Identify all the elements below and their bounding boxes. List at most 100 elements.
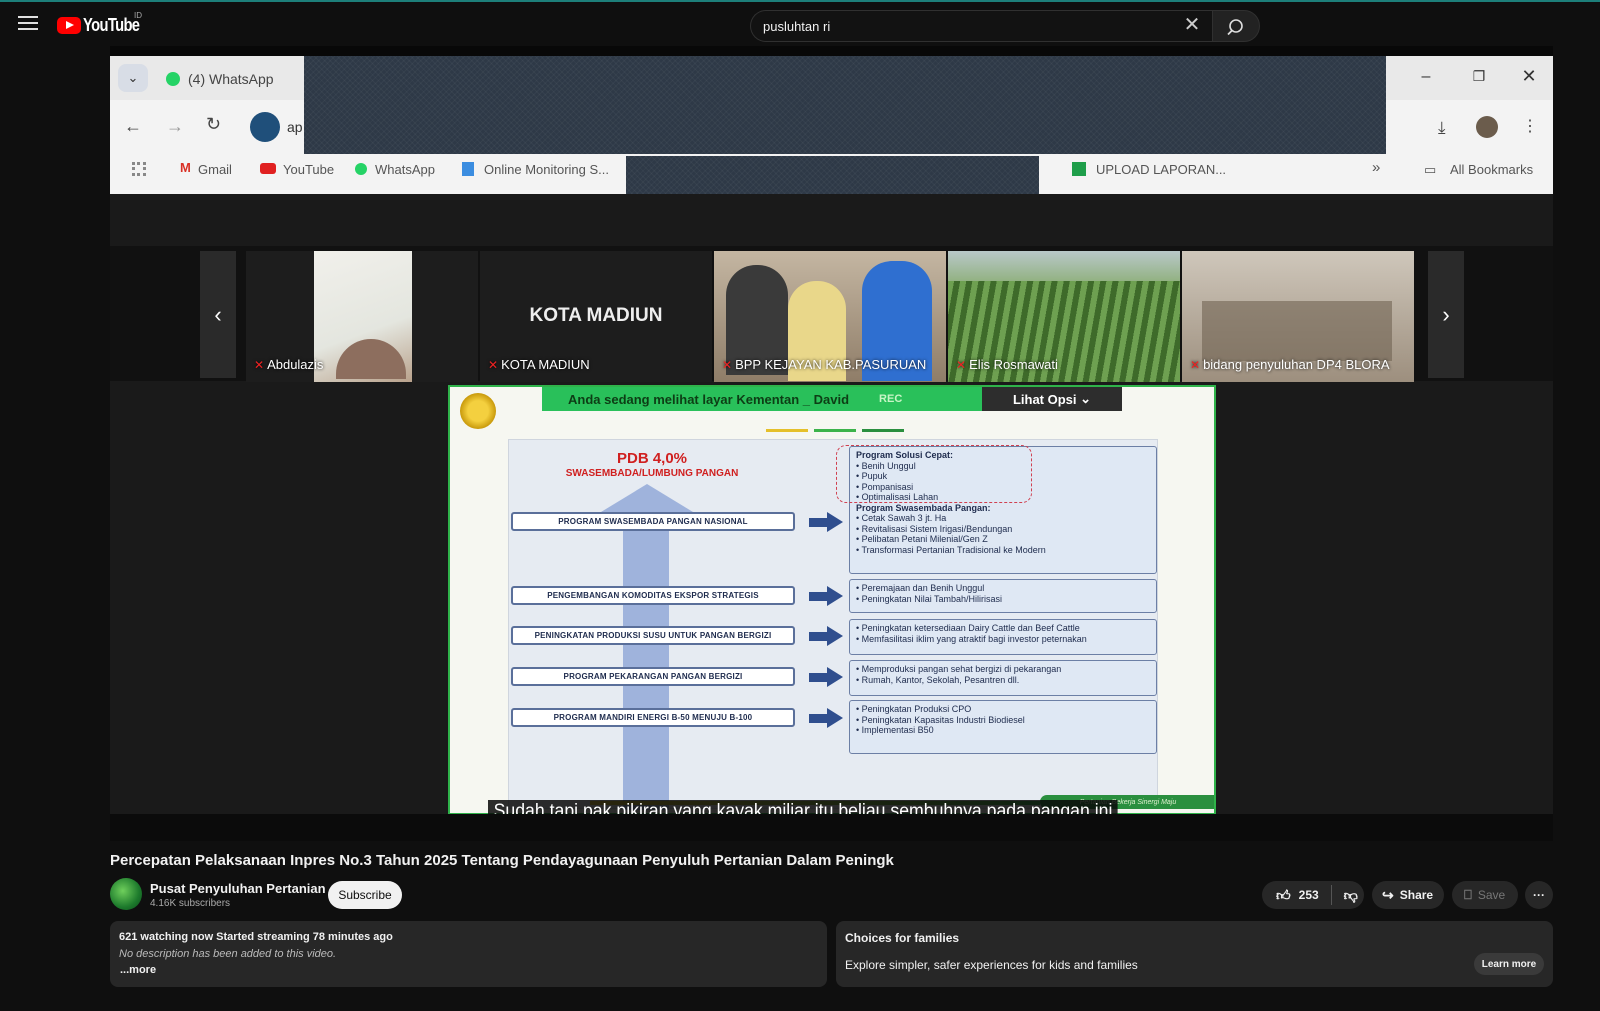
channel-name[interactable]: Pusat Penyuluhan Pertanian — [150, 881, 326, 896]
dislike-icon[interactable]: 👎︎ — [1344, 887, 1358, 904]
menu-icon[interactable] — [18, 16, 38, 32]
participant-name: Abdulazis — [254, 357, 323, 372]
participant-strip: ‹ Abdulazis KOTA MADIUN KOTA MADIUN BPP … — [110, 246, 1553, 382]
close-window-icon[interactable]: ✕ — [1518, 66, 1540, 87]
description-text: No description has been added to this vi… — [119, 948, 337, 960]
shared-browser-window: ⌄ (4) WhatsApp – ❐ ✕ ← → ↻ ap ⤓ ⋮ M Gmai… — [110, 56, 1553, 211]
search-input[interactable] — [750, 10, 1212, 42]
program-arrow — [809, 626, 843, 646]
energi-box: • Peningkatan Produksi CPO • Peningkatan… — [849, 700, 1157, 754]
screen-share-banner: Anda sedang melihat layar Kementan _ Dav… — [542, 387, 982, 411]
pdb-target: PDB 4,0% — [616, 450, 688, 467]
next-participants-button[interactable]: › — [1428, 251, 1464, 378]
more-bookmarks-icon[interactable]: » — [1372, 159, 1380, 176]
bookmark-whatsapp[interactable]: WhatsApp — [375, 162, 435, 177]
monitoring-bookmark-icon — [462, 162, 474, 176]
apps-grid-icon[interactable] — [132, 162, 146, 176]
program-label: PROGRAM PEKARANGAN PANGAN BERGIZI — [511, 667, 795, 686]
channel-avatar[interactable] — [110, 878, 142, 910]
download-icon[interactable]: ⤓ — [1438, 118, 1446, 138]
ekspor-box: • Peremajaan dan Benih Unggul • Peningka… — [849, 579, 1157, 613]
search-icon — [1227, 19, 1243, 36]
site-icon — [250, 112, 280, 142]
share-button[interactable]: ↪ Share — [1372, 881, 1444, 909]
save-button[interactable]: ⎕ Save — [1452, 881, 1518, 909]
youtube-logo[interactable]: YouTube ID — [57, 11, 152, 36]
program-arrow — [809, 667, 843, 687]
program-label: PROGRAM SWASEMBADA PANGAN NASIONAL — [511, 512, 795, 531]
browser-tab-title[interactable]: (4) WhatsApp — [188, 71, 274, 87]
youtube-play-icon — [57, 16, 81, 34]
learn-more-button[interactable]: Learn more — [1474, 953, 1544, 975]
participant-name: KOTA MADIUN — [488, 357, 590, 372]
zoom-meeting: ‹ Abdulazis KOTA MADIUN KOTA MADIUN BPP … — [110, 194, 1553, 815]
participant-tile[interactable]: Elis Rosmawati — [948, 251, 1180, 382]
show-more-link[interactable]: ...more — [120, 964, 156, 976]
bookmark-icon: ⎕ — [1464, 887, 1472, 902]
more-menu-icon[interactable]: ⋮ — [1522, 116, 1538, 136]
bookmark-gmail[interactable]: Gmail — [198, 162, 232, 177]
sheets-bookmark-icon — [1072, 162, 1086, 176]
description-box[interactable]: 621 watching now Started streaming 78 mi… — [110, 921, 827, 987]
bookmark-all[interactable]: All Bookmarks — [1450, 162, 1533, 177]
top-bar: YouTube ID ✕ — [0, 0, 1600, 46]
bookmark-upload[interactable]: UPLOAD LAPORAN... — [1096, 162, 1226, 177]
more-actions-button[interactable]: ··· — [1525, 881, 1553, 909]
like-count[interactable]: 253 — [1299, 888, 1319, 902]
participant-tile[interactable]: BPP KEJAYAN KAB.PASURUAN — [714, 251, 946, 382]
participant-name: BPP KEJAYAN KAB.PASURUAN — [722, 357, 926, 372]
families-text: Explore simpler, safer experiences for k… — [845, 958, 1138, 972]
gmail-icon: M — [180, 160, 191, 175]
youtube-bookmark-icon — [260, 163, 276, 174]
restore-icon[interactable]: ❐ — [1468, 68, 1490, 85]
reload-icon[interactable]: ↻ — [206, 114, 221, 135]
program-arrow — [809, 586, 843, 606]
shared-slide: Anda sedang melihat layar Kementan _ Dav… — [448, 385, 1216, 815]
participant-tile[interactable]: KOTA MADIUN KOTA MADIUN — [480, 251, 712, 382]
bookmark-youtube[interactable]: YouTube — [283, 162, 334, 177]
region-code: ID — [134, 11, 142, 20]
back-icon[interactable]: ← — [124, 116, 142, 137]
swasembada-box: Program Solusi Cepat: • Benih Unggul • P… — [836, 445, 1157, 574]
bookmark-monitoring[interactable]: Online Monitoring S... — [484, 162, 609, 177]
program-arrow — [809, 512, 843, 532]
families-title: Choices for families — [845, 931, 960, 945]
video-player[interactable]: ⌄ (4) WhatsApp – ❐ ✕ ← → ↻ ap ⤓ ⋮ M Gmai… — [110, 46, 1553, 841]
more-horizontal-icon: ··· — [1533, 888, 1545, 902]
profile-avatar[interactable] — [1476, 116, 1498, 138]
address-fragment[interactable]: ap — [287, 119, 303, 135]
pekarangan-box: • Memproduksi pangan sehat bergizi di pe… — [849, 660, 1157, 696]
prev-participants-button[interactable]: ‹ — [200, 251, 236, 378]
participant-name: bidang penyuluhan DP4 BLORA — [1190, 357, 1389, 372]
subscriber-count: 4.16K subscribers — [150, 898, 231, 909]
ministry-logo — [460, 393, 496, 429]
participant-tile[interactable]: bidang penyuluhan DP4 BLORA — [1182, 251, 1414, 382]
central-arrow — [623, 510, 669, 810]
program-label: PENGEMBANGAN KOMODITAS EKSPOR STRATEGIS — [511, 586, 795, 605]
forward-icon[interactable]: → — [166, 116, 184, 137]
participant-big-label: KOTA MADIUN — [529, 305, 663, 326]
share-icon: ↪ — [1382, 886, 1394, 903]
minimize-icon[interactable]: – — [1415, 68, 1437, 86]
folder-icon: ▭ — [1424, 162, 1437, 177]
like-icon[interactable]: 👍︎ — [1276, 887, 1291, 904]
subscribe-button[interactable]: Subscribe — [328, 881, 402, 909]
participant-tile[interactable]: Abdulazis — [246, 251, 478, 382]
redaction-block — [304, 56, 1386, 154]
susu-box: • Peningkatan ketersediaan Dairy Cattle … — [849, 619, 1157, 655]
participant-name: Elis Rosmawati — [956, 357, 1058, 372]
whatsapp-tab-icon — [166, 72, 180, 86]
tab-search-icon[interactable]: ⌄ — [118, 64, 148, 92]
clear-search-icon[interactable]: ✕ — [1182, 15, 1202, 36]
search-button[interactable] — [1212, 10, 1260, 42]
search-bar: ✕ — [750, 10, 1260, 42]
program-arrow — [809, 708, 843, 728]
families-promo: Choices for families Explore simpler, sa… — [836, 921, 1553, 987]
whatsapp-bookmark-icon — [355, 163, 367, 175]
program-label: PENINGKATAN PRODUKSI SUSU UNTUK PANGAN B… — [511, 626, 795, 645]
blueprint-diagram: PDB 4,0% SWASEMBADA/LUMBUNG PANGAN PROGR… — [508, 439, 1158, 810]
video-title: Percepatan Pelaksanaan Inpres No.3 Tahun… — [110, 852, 894, 869]
program-label: PROGRAM MANDIRI ENERGI B-50 MENUJU B-100 — [511, 708, 795, 727]
view-options-button[interactable]: Lihat Opsi ⌄ — [982, 387, 1122, 411]
like-dislike-group: 👍︎ 253 👎︎ — [1262, 881, 1364, 909]
